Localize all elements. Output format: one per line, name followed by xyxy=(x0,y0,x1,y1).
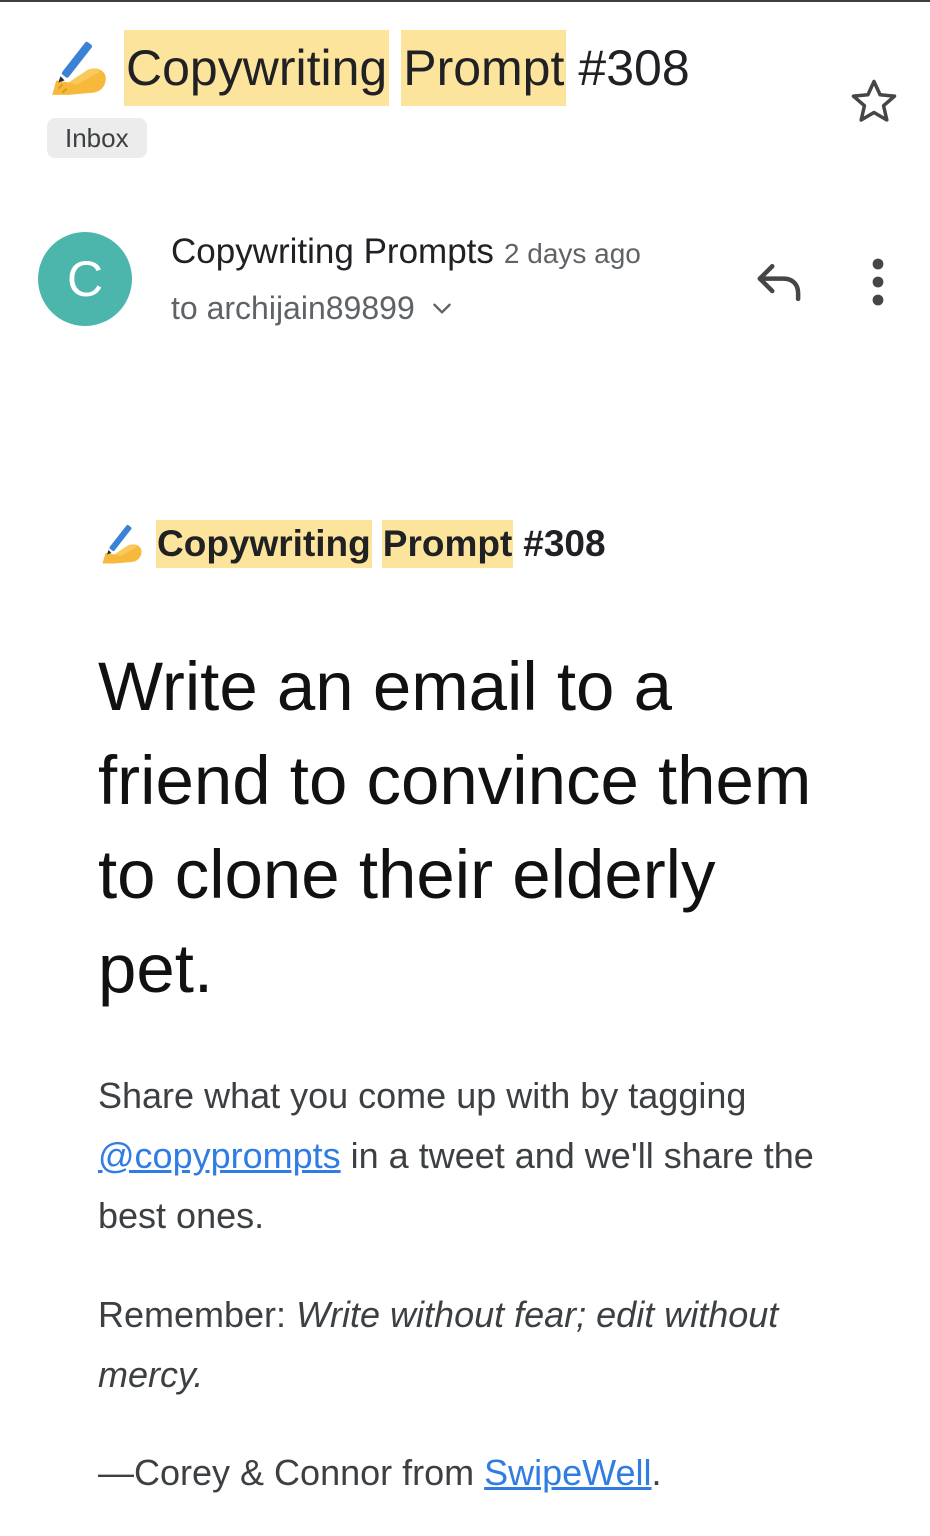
reply-icon[interactable] xyxy=(752,255,806,309)
sender-info: Copywriting Prompts 2 days ago xyxy=(171,230,641,281)
more-options-icon[interactable] xyxy=(855,255,901,309)
signoff-paragraph: —Corey & Connor from SwipeWell. xyxy=(98,1443,858,1503)
recipient-details-toggle[interactable]: to archijain89899 xyxy=(171,286,455,330)
recipient-text: to archijain89899 xyxy=(171,289,415,326)
share-text-before: Share what you come up with by tagging xyxy=(98,1075,747,1116)
chevron-down-icon xyxy=(432,303,451,314)
signoff-period: . xyxy=(651,1452,662,1493)
twitter-handle-link[interactable]: @copyprompts xyxy=(98,1135,341,1176)
newsletter-heading: Copywriting Prompt #308 xyxy=(98,520,606,568)
share-paragraph: Share what you come up with by tagging @… xyxy=(98,1066,858,1246)
heading-number: #308 xyxy=(523,523,606,564)
prompt-text: Write an email to a friend to convince t… xyxy=(98,648,812,1007)
remember-label: Remember: xyxy=(98,1294,297,1335)
email-subject: Copywriting Prompt #308 xyxy=(46,30,690,106)
signoff-text: —Corey & Connor from xyxy=(98,1452,485,1493)
swipewell-link[interactable]: SwipeWell xyxy=(484,1452,651,1493)
sent-time: 2 days ago xyxy=(503,238,641,269)
sender-name[interactable]: Copywriting Prompts xyxy=(171,232,494,271)
remember-paragraph: Remember: Write without fear; edit witho… xyxy=(98,1285,858,1405)
star-icon[interactable] xyxy=(846,74,902,130)
top-divider xyxy=(0,0,930,2)
heading-word-copywriting: Copywriting xyxy=(156,520,372,568)
sender-avatar[interactable]: C xyxy=(38,232,132,326)
subject-word-prompt: Prompt xyxy=(401,30,567,106)
writing-hand-icon xyxy=(102,524,142,564)
writing-hand-icon xyxy=(52,41,106,95)
heading-word-prompt: Prompt xyxy=(381,520,514,568)
inbox-label[interactable]: Inbox xyxy=(47,118,147,158)
subject-word-copywriting: Copywriting xyxy=(124,30,390,106)
subject-number: #308 xyxy=(578,40,690,96)
